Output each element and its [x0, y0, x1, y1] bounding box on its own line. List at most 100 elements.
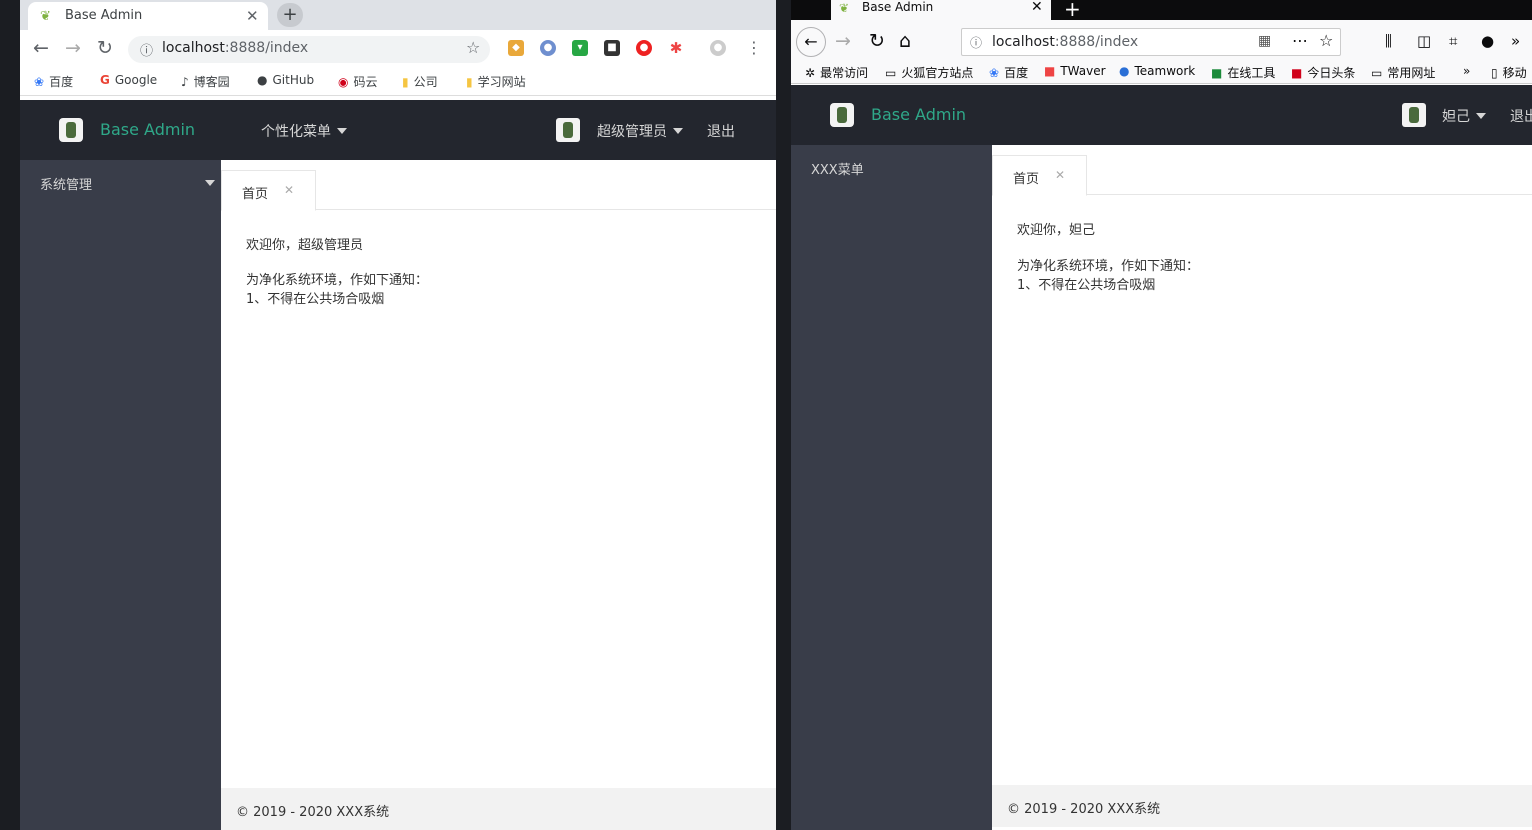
- address-bar[interactable]: ⓘ localhost:8888/index ▦ ⋯ ☆: [961, 28, 1341, 56]
- extension-icon[interactable]: ✱: [668, 40, 684, 56]
- firefox-window: ❦ Base Admin ✕ + ← → ↻ ⌂ ⓘ localhost:888…: [791, 0, 1532, 830]
- notice-title: 为净化系统环境，作如下通知：: [1017, 259, 1200, 274]
- browser-tab-title: Base Admin: [862, 0, 934, 14]
- logout-link[interactable]: 退出: [1510, 106, 1532, 126]
- bookmark-item[interactable]: ● GitHub: [257, 73, 314, 87]
- info-icon[interactable]: ⓘ: [140, 40, 153, 59]
- page-actions-icon[interactable]: ⋯: [1292, 31, 1308, 50]
- footer: © 2019 - 2020 XXX系统: [221, 788, 776, 830]
- bookmark-folder[interactable]: ▮ 学习网站: [466, 73, 526, 90]
- avatar[interactable]: [556, 118, 580, 142]
- tab-home-label: 首页: [242, 187, 269, 202]
- reload-icon[interactable]: ↻: [97, 38, 113, 58]
- bookmarks-bar: ✲ 最常访问 ▭ 火狐官方站点 ❀ 百度 ■ TWaver ● Teamwork ■ 在线工…: [791, 62, 1532, 84]
- bookmark-item[interactable]: ◉ 码云: [338, 73, 378, 90]
- close-icon[interactable]: ✕: [1055, 168, 1065, 182]
- tab-home-label: 首页: [1013, 172, 1040, 187]
- forward-icon[interactable]: →: [65, 38, 81, 58]
- welcome-text: 欢迎你，妲己: [1017, 223, 1096, 238]
- close-tab-icon[interactable]: ✕: [1031, 0, 1043, 15]
- bookmark-folder[interactable]: ▯ 移动: [1491, 64, 1527, 81]
- app-brand[interactable]: Base Admin: [100, 120, 195, 139]
- info-icon[interactable]: ⓘ: [970, 34, 982, 51]
- bookmark-folder[interactable]: ▭ 火狐官方站点: [885, 64, 973, 81]
- bookmark-item[interactable]: ❀ 百度: [989, 64, 1028, 81]
- footer-copyright: © 2019 - 2020 XXX系统: [1007, 802, 1161, 817]
- bookmark-folder[interactable]: ▮ 公司: [402, 73, 438, 90]
- shield-icon[interactable]: ▾: [572, 40, 588, 56]
- chevron-down-icon: [1476, 113, 1486, 119]
- new-tab-button[interactable]: +: [277, 3, 303, 27]
- app-header: Base Admin 个性化菜单 超级管理员 退出: [20, 100, 776, 160]
- footer-copyright: © 2019 - 2020 XXX系统: [236, 805, 390, 820]
- bookmark-star-icon[interactable]: ☆: [1319, 31, 1333, 50]
- reload-icon[interactable]: ↻: [869, 31, 885, 51]
- page-tabs: 首页 ✕: [221, 160, 776, 211]
- forward-icon[interactable]: →: [835, 31, 851, 51]
- notice-item: 1、不得在公共场合吸烟: [1017, 278, 1156, 293]
- bookmark-item[interactable]: ■ 在线工具: [1211, 64, 1275, 81]
- sidebar-item-xxx-menu[interactable]: XXX菜单: [811, 159, 864, 178]
- tab-home[interactable]: 首页 ✕: [992, 155, 1087, 196]
- chevron-down-icon: [337, 128, 347, 134]
- bookmark-item[interactable]: ♪ 博客园: [181, 73, 230, 90]
- footer: © 2019 - 2020 XXX系统: [992, 785, 1532, 827]
- back-icon[interactable]: ←: [796, 27, 826, 57]
- bookmark-folder[interactable]: ▭ 常用网址: [1371, 64, 1435, 81]
- logo-icon: [830, 103, 854, 127]
- chevron-down-icon: [205, 180, 215, 186]
- user-menu[interactable]: 妲己: [1442, 106, 1486, 126]
- avatar[interactable]: [1402, 103, 1426, 127]
- spring-leaf-icon: ❦: [40, 9, 51, 24]
- logout-link[interactable]: 退出: [707, 121, 735, 141]
- firefox-tabstrip: ❦ Base Admin ✕ +: [791, 0, 1532, 21]
- adblock-icon[interactable]: ●: [636, 40, 652, 56]
- back-icon[interactable]: ←: [33, 38, 49, 58]
- welcome-text: 欢迎你，超级管理员: [246, 238, 364, 253]
- spring-leaf-icon: ❦: [839, 1, 850, 15]
- chrome-toolbar: ← → ↻ ⓘ localhost:8888/index ☆ ◆ ● ▾ ■ ●…: [20, 30, 776, 68]
- chrome-window: ❦ Base Admin ✕ + ← → ↻ ⓘ localhost:8888/…: [20, 0, 776, 830]
- browser-tab[interactable]: ❦ Base Admin ✕: [28, 2, 268, 30]
- app-brand[interactable]: Base Admin: [871, 105, 966, 124]
- sidebar-icon[interactable]: ◫: [1417, 31, 1431, 51]
- personalized-menu[interactable]: 个性化菜单: [261, 121, 347, 141]
- library-icon[interactable]: ⫼: [1385, 31, 1392, 51]
- bookmark-item[interactable]: ■ TWaver: [1044, 64, 1106, 78]
- notice-title: 为净化系统环境，作如下通知：: [246, 273, 429, 288]
- overflow-icon[interactable]: »: [1511, 31, 1520, 51]
- bookmark-item[interactable]: ● Teamwork: [1119, 64, 1195, 78]
- bookmark-item[interactable]: ❀ 百度: [34, 73, 73, 90]
- sidebar-item-system-management[interactable]: 系统管理: [40, 174, 92, 193]
- overflow-icon[interactable]: »: [1463, 64, 1470, 78]
- extension-icon[interactable]: ◆: [508, 40, 524, 56]
- main-content: 首页 ✕ 欢迎你，超级管理员 为净化系统环境，作如下通知： 1、不得在公共场合吸…: [221, 160, 776, 830]
- chat-icon[interactable]: ●: [1481, 31, 1494, 51]
- chrome-tabstrip: ❦ Base Admin ✕ +: [20, 0, 776, 30]
- bookmark-star-icon[interactable]: ☆: [466, 38, 480, 57]
- close-tab-icon[interactable]: ✕: [246, 7, 259, 25]
- home-icon[interactable]: ⌂: [899, 31, 911, 51]
- bookmarks-bar: ❀ 百度 G Google ♪ 博客园 ● GitHub ◉ 码云 ▮ 公司 ▮ 学习网站: [20, 68, 776, 96]
- browser-tab[interactable]: ❦ Base Admin ✕: [831, 0, 1051, 20]
- extension-icon[interactable]: ■: [604, 40, 620, 56]
- crop-icon[interactable]: ⌗: [1449, 31, 1457, 51]
- notice-item: 1、不得在公共场合吸烟: [246, 292, 385, 307]
- chevron-down-icon: [673, 128, 683, 134]
- logo-icon: [59, 118, 83, 142]
- menu-dots-icon[interactable]: ⋮: [746, 38, 762, 58]
- browser-tab-title: Base Admin: [65, 8, 143, 23]
- new-tab-button[interactable]: +: [1064, 0, 1081, 21]
- extension-icon[interactable]: ●: [540, 40, 556, 56]
- user-menu[interactable]: 超级管理员: [597, 121, 683, 141]
- bookmark-item[interactable]: G Google: [100, 73, 157, 87]
- qr-code-icon[interactable]: ▦: [1258, 33, 1271, 49]
- bookmark-item[interactable]: ✲ 最常访问: [805, 64, 868, 81]
- url-text: localhost:8888/index: [992, 34, 1139, 50]
- profile-icon[interactable]: ●: [710, 40, 726, 56]
- bookmark-item[interactable]: ■ 今日头条: [1291, 64, 1355, 81]
- tab-home[interactable]: 首页 ✕: [221, 170, 316, 211]
- main-content: 首页 ✕ 欢迎你，妲己 为净化系统环境，作如下通知： 1、不得在公共场合吸烟 ©…: [992, 145, 1532, 830]
- close-icon[interactable]: ✕: [284, 183, 294, 197]
- address-bar[interactable]: ⓘ localhost:8888/index ☆: [128, 36, 490, 63]
